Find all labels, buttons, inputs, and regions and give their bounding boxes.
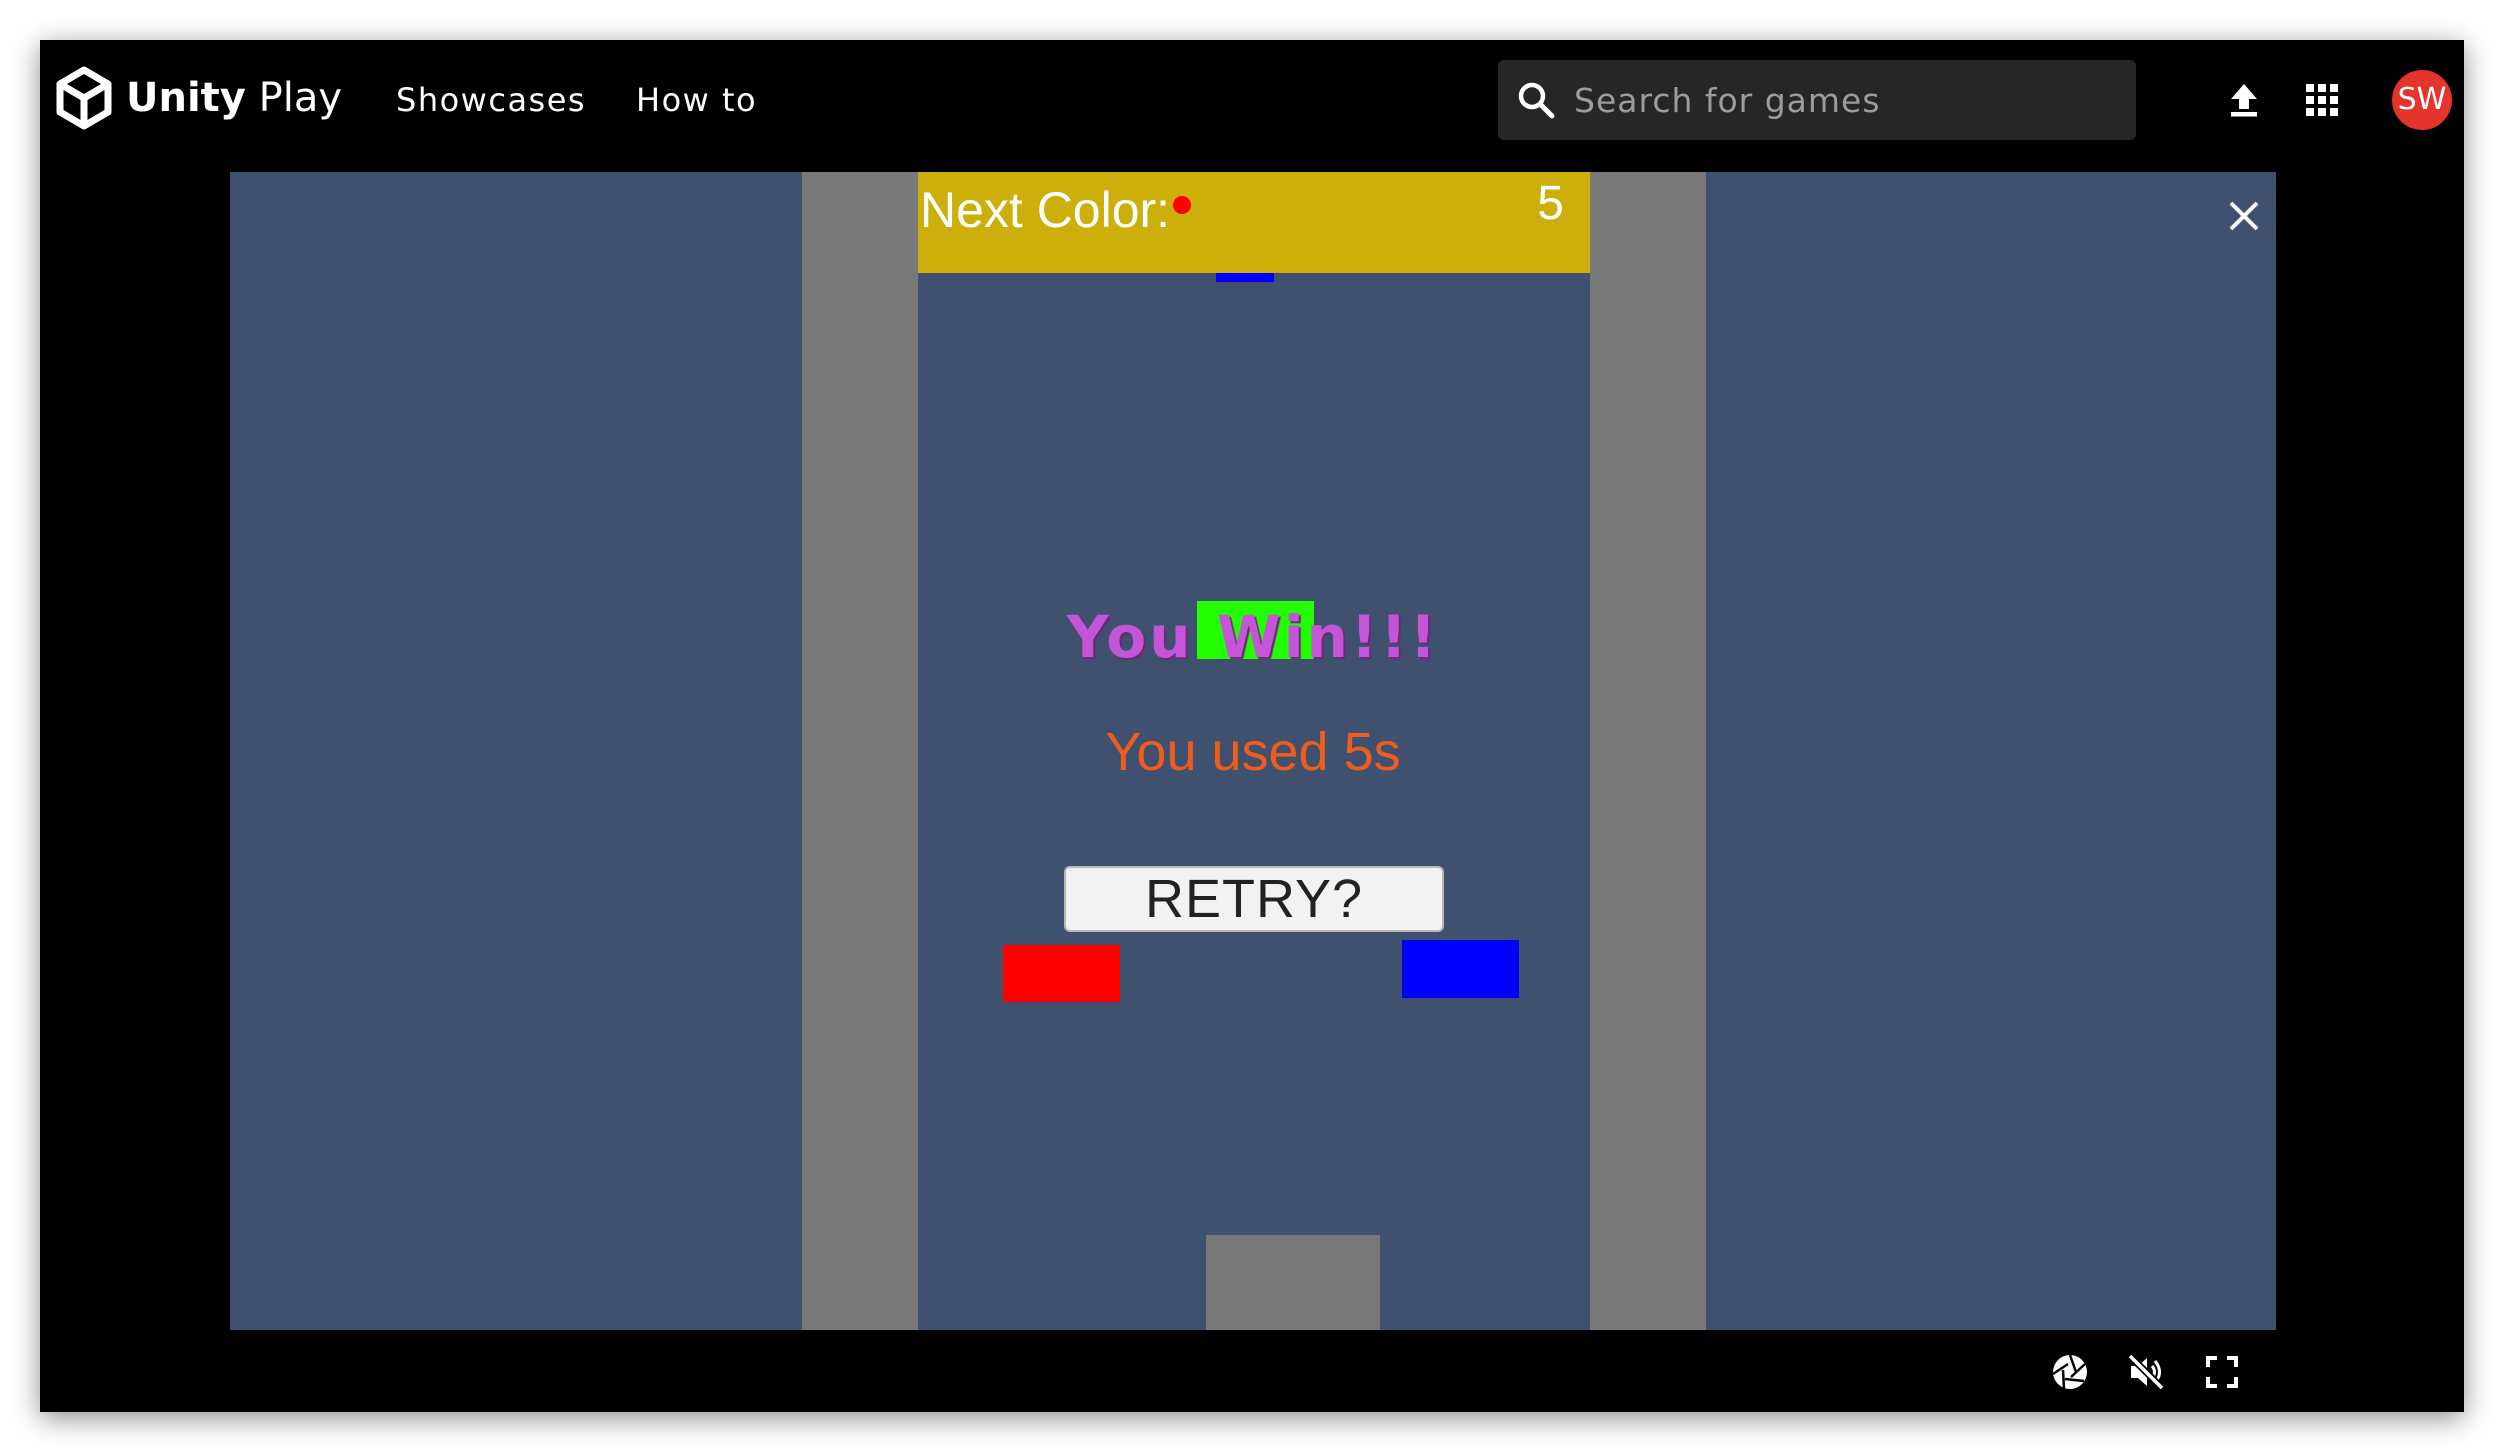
- top-navigation-bar: Unity Play Showcases How to SW: [40, 40, 2464, 170]
- nav-showcases[interactable]: Showcases: [396, 78, 586, 122]
- game-canvas[interactable]: Next Color: 5 You Win!!! You used 5s RET…: [230, 172, 2276, 1330]
- time-used-message: You used 5s: [1105, 722, 1401, 782]
- volume-muted-icon[interactable]: [2126, 1352, 2166, 1392]
- red-block: [1003, 945, 1120, 1002]
- upload-icon[interactable]: [2224, 80, 2264, 120]
- blue-block: [1402, 940, 1519, 998]
- game-hud: Next Color: 5: [918, 172, 1590, 273]
- blue-block-top: [1216, 273, 1274, 282]
- nav-how-to[interactable]: How to: [636, 78, 757, 122]
- brand-light: Play: [258, 75, 343, 121]
- unity-play-window: Unity Play Showcases How to SW: [40, 40, 2464, 1412]
- next-color-label: Next Color:: [920, 182, 1171, 238]
- unity-logo-icon[interactable]: [54, 66, 114, 130]
- search-icon: [1518, 82, 1555, 119]
- search-box[interactable]: [1498, 60, 2136, 140]
- close-icon[interactable]: [2226, 198, 2262, 234]
- brand-name[interactable]: Unity Play: [126, 70, 342, 126]
- camera-shutter-icon[interactable]: [2050, 1352, 2090, 1392]
- retry-button[interactable]: RETRY?: [1064, 866, 1444, 932]
- next-color-indicator: [1173, 196, 1191, 214]
- user-avatar[interactable]: SW: [2392, 70, 2452, 130]
- win-message: You Win!!!: [1066, 603, 1440, 671]
- score-counter: 5: [1537, 177, 1564, 230]
- brand-bold: Unity: [126, 75, 246, 121]
- fullscreen-icon[interactable]: [2202, 1352, 2242, 1392]
- search-input[interactable]: [1574, 72, 2114, 128]
- player-paddle: [1206, 1235, 1380, 1330]
- apps-grid-icon[interactable]: [2302, 80, 2342, 120]
